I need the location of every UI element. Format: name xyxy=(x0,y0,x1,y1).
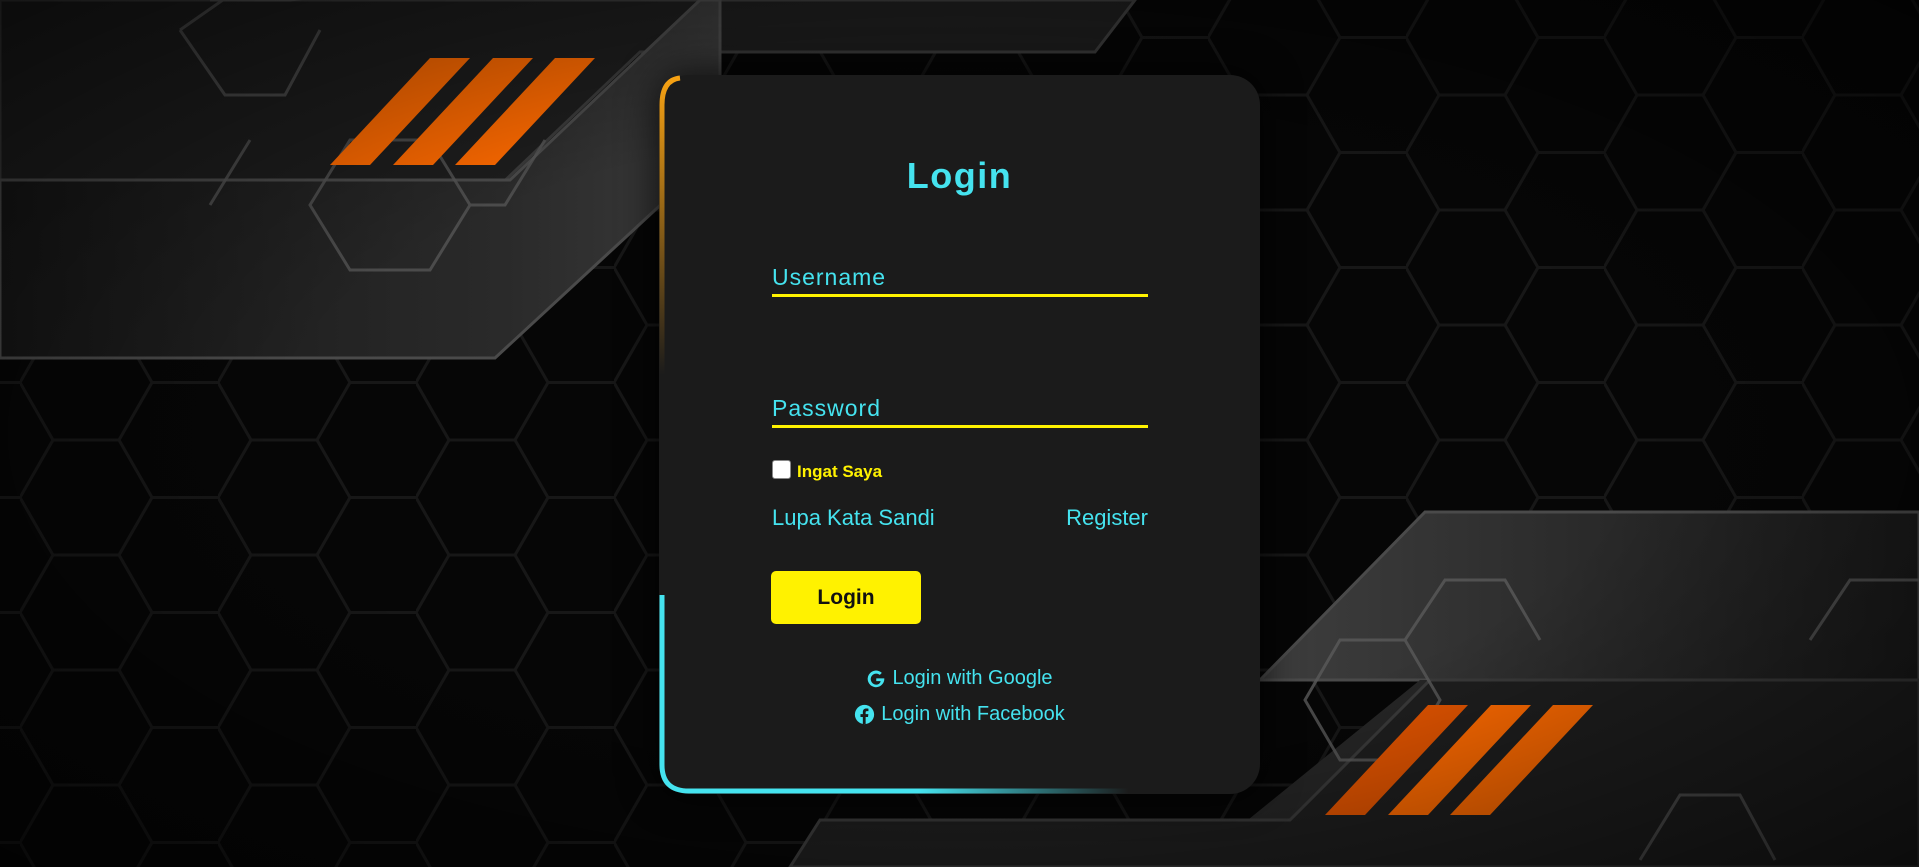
password-input[interactable] xyxy=(772,382,1148,425)
forgot-password-link[interactable]: Lupa Kata Sandi xyxy=(772,505,935,531)
remember-me-label: Ingat Saya xyxy=(797,462,883,481)
google-icon xyxy=(866,669,886,689)
facebook-icon xyxy=(854,704,875,725)
register-link[interactable]: Register xyxy=(1066,505,1148,531)
remember-me[interactable]: Ingat Saya xyxy=(772,459,883,481)
login-card: Login Ingat Saya Lupa Kata Sandi Registe… xyxy=(659,75,1260,794)
google-login-label: Login with Google xyxy=(892,667,1053,689)
google-login-link[interactable]: Login with Google xyxy=(659,667,1260,690)
username-field xyxy=(772,251,1148,297)
username-input[interactable] xyxy=(772,251,1148,294)
password-field xyxy=(772,382,1148,428)
login-button[interactable]: Login xyxy=(771,571,921,624)
account-links: Lupa Kata Sandi Register xyxy=(772,505,1148,531)
facebook-login-link[interactable]: Login with Facebook xyxy=(659,703,1260,726)
login-title: Login xyxy=(906,155,1013,196)
facebook-login-label: Login with Facebook xyxy=(881,703,1065,725)
remember-me-checkbox[interactable] xyxy=(772,459,791,479)
